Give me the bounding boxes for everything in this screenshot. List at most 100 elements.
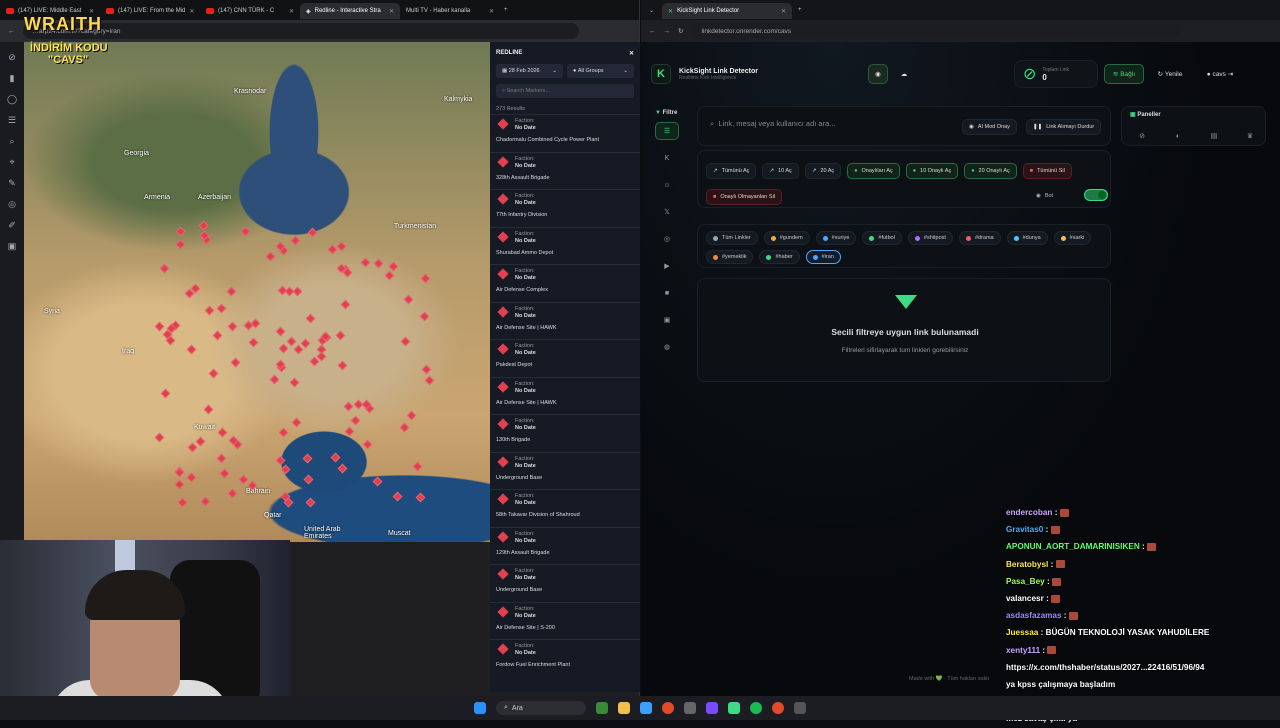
map-marker[interactable] [251, 318, 261, 329]
ruler-icon[interactable]: ✎ [8, 178, 16, 189]
reload-icon[interactable]: ↻ [678, 27, 683, 35]
panel-block-button[interactable]: ⊘ [1130, 127, 1154, 145]
nav-video-button[interactable]: ■ [655, 284, 679, 302]
marker-list-item[interactable]: Faction: No Date Air Defense Site | HAWK [490, 301, 640, 340]
map-marker[interactable] [412, 461, 422, 472]
target-icon[interactable]: ◎ [8, 199, 16, 210]
nav-web-button[interactable]: ◍ [655, 338, 679, 356]
new-tab-icon[interactable]: + [504, 7, 508, 13]
shield-icon[interactable]: ◯ [7, 94, 17, 105]
map-marker[interactable] [362, 439, 373, 450]
map-marker[interactable] [204, 305, 215, 316]
address-input[interactable]: linkdetector.onrender.com/cavs [691, 23, 1180, 39]
camera-icon[interactable]: ▣ [8, 241, 17, 252]
map-marker[interactable] [419, 311, 430, 322]
map-marker[interactable] [174, 479, 185, 490]
marker-list-item[interactable]: Faction: No Date Shurabad Ammo Depot [490, 226, 640, 265]
map-marker[interactable] [424, 375, 435, 386]
back-icon[interactable]: ← [8, 28, 15, 35]
map-marker[interactable] [290, 235, 301, 246]
map-marker[interactable] [208, 368, 219, 379]
map-marker[interactable] [198, 220, 209, 231]
action-button[interactable]: ● 20 Onaylı Aç [964, 163, 1017, 179]
nav-instagram-button[interactable]: ◎ [655, 230, 679, 248]
map-marker[interactable] [269, 374, 280, 385]
date-filter[interactable]: ▦ 28 Feb 2026 ⌄ [496, 64, 563, 78]
search-input[interactable]: ⌕ Link, mesaj veya kullanıcı adı ara... [710, 119, 836, 129]
map-marker[interactable] [217, 427, 228, 438]
chrome-icon[interactable] [772, 702, 784, 714]
map-marker[interactable] [403, 294, 414, 305]
marker-list-item[interactable]: Faction: No Date 130th Brigade [490, 414, 640, 452]
marker-list-item[interactable]: Faction: No Date 328th Assault Brigade [490, 151, 640, 190]
pin-icon[interactable]: ⌖ [9, 157, 14, 168]
map-marker[interactable] [186, 344, 197, 355]
tag-chip[interactable]: #haber [759, 250, 800, 264]
nav-youtube-button[interactable]: ▶ [655, 257, 679, 275]
map-marker[interactable] [278, 427, 289, 438]
map-marker[interactable] [360, 257, 371, 268]
map-marker[interactable] [330, 452, 341, 463]
map-marker[interactable] [343, 401, 354, 412]
marker-list-item[interactable]: Faction: No Date Air Defense Site | HAWK [490, 376, 640, 415]
map-marker[interactable] [399, 422, 410, 433]
chrome-icon[interactable] [662, 702, 674, 714]
close-icon[interactable]: ✕ [289, 8, 294, 15]
refresh-button[interactable]: ↻ Yenile [1148, 64, 1192, 84]
panel-trophy-button[interactable]: ♛ [1238, 127, 1262, 145]
map-marker[interactable] [177, 497, 188, 508]
tag-chip[interactable]: #dunya [1006, 231, 1048, 245]
tag-chip[interactable]: #yemeklik [706, 250, 754, 264]
map-marker[interactable] [216, 453, 227, 463]
map-marker[interactable] [307, 227, 318, 238]
map-marker[interactable] [350, 415, 361, 426]
address-input[interactable]: …arp24.com.tr/?category=iran [22, 23, 579, 39]
marker-search-input[interactable]: ⌕ Search Markers... [496, 84, 634, 98]
map-marker[interactable] [406, 410, 417, 421]
map-marker[interactable] [248, 337, 259, 348]
marker-list-item[interactable]: Faction: No Date Air Defense Complex [490, 264, 640, 302]
map-marker[interactable] [227, 488, 238, 499]
marker-list-item[interactable]: Faction: No Date Fordow Fuel Enrichment Pl… [490, 639, 640, 677]
tab-2[interactable]: (147) CNN TÜRK - C ✕ [200, 3, 300, 19]
map-marker[interactable] [335, 330, 346, 341]
widgets-icon[interactable] [596, 702, 608, 714]
tag-chip[interactable]: #shitpost [907, 231, 953, 245]
map-marker[interactable] [420, 273, 431, 284]
map-marker[interactable] [187, 442, 198, 453]
marker-list-item[interactable]: Faction: No Date 129th Assault Brigade [490, 526, 640, 565]
tab-kicksight[interactable]: ✕ KickSight Link Detector ✕ [662, 3, 793, 19]
nav-users-button[interactable]: ☺ [655, 176, 679, 194]
map-marker[interactable] [283, 497, 294, 508]
close-icon[interactable]: ✕ [389, 8, 394, 15]
map-marker[interactable] [219, 468, 230, 478]
map-marker[interactable] [303, 474, 314, 485]
map-marker[interactable] [275, 455, 286, 466]
map-view[interactable]: Georgia Armenia Azerbaijan Turkmenistan … [24, 42, 490, 542]
map-marker[interactable] [344, 426, 355, 437]
map-marker[interactable] [240, 226, 251, 237]
close-icon[interactable]: ✕ [629, 50, 634, 57]
nav-all-button[interactable]: ☰ [655, 122, 679, 140]
forward-icon[interactable]: → [664, 28, 671, 35]
map-marker[interactable] [175, 239, 186, 250]
tag-chip[interactable]: #sarki [1053, 231, 1092, 245]
map-marker[interactable] [337, 360, 348, 371]
nav-x-button[interactable]: 𝕏 [655, 203, 679, 221]
action-button[interactable]: ↗ 20 Aç [804, 163, 842, 179]
action-button[interactable]: ● 10 Onaylı Aç [905, 163, 959, 179]
kick-icon[interactable] [728, 702, 740, 714]
ai-mod-button[interactable]: ◉ AI Mod Onay [962, 119, 1017, 135]
app-icon[interactable] [794, 702, 806, 714]
marker-list-item[interactable]: Faction: No Date Underground Base [490, 564, 640, 602]
map-marker[interactable] [265, 251, 276, 261]
delete-unapproved-button[interactable]: ■ Onaylı Olmayanları Sil [706, 189, 783, 205]
avatar-button[interactable]: ◉ [867, 64, 888, 84]
flag-icon[interactable]: ▮ [10, 73, 15, 84]
tab-3[interactable]: ◈ Redline - Interactive Stra ✕ [300, 3, 400, 19]
map-marker[interactable] [291, 417, 302, 428]
tab-4[interactable]: Multi TV - Haber kanalla ✕ [400, 3, 500, 19]
map-marker[interactable] [280, 464, 291, 475]
app-icon[interactable] [684, 702, 696, 714]
map-marker[interactable] [230, 357, 241, 368]
